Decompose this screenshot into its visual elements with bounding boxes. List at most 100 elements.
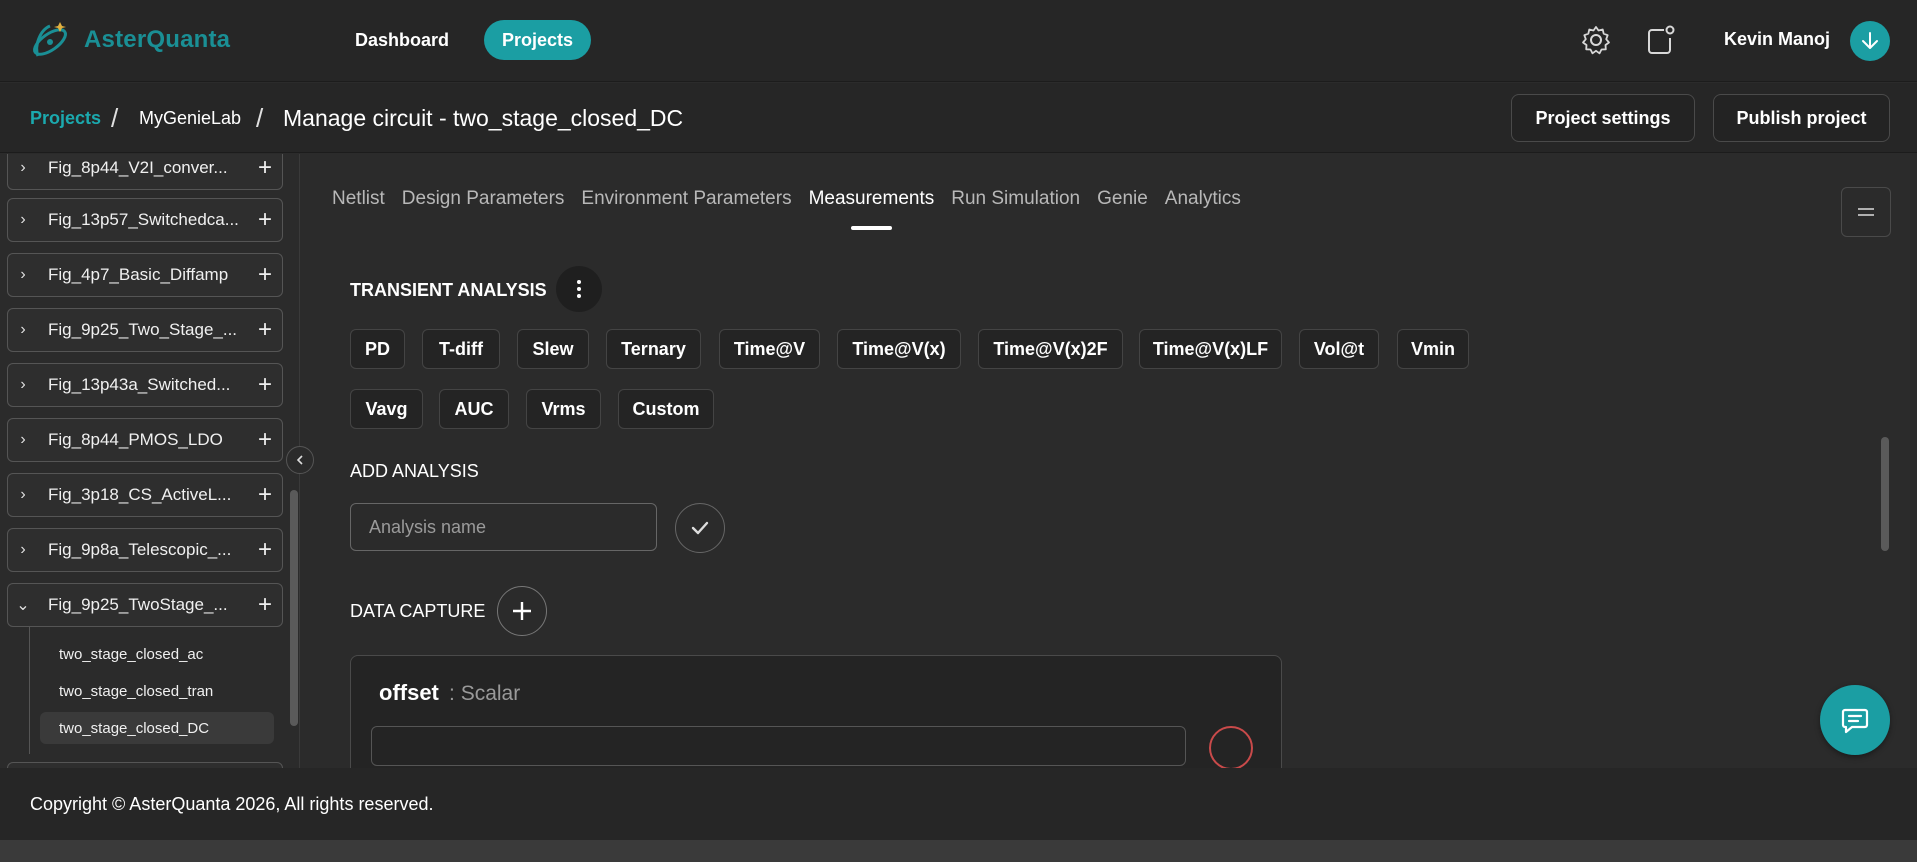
- collapse-sidebar-button[interactable]: [286, 446, 314, 474]
- tree-item[interactable]: › Fig_9p8a_Telescopic_... +: [7, 528, 283, 572]
- analysis-chip-time-at-v[interactable]: Time@V: [719, 329, 820, 369]
- bottom-strip: [0, 840, 1917, 862]
- tree-item[interactable]: › Fig_8p44_V2I_conver... +: [7, 154, 283, 190]
- transient-analysis-title: TRANSIENT ANALYSIS: [350, 280, 547, 300]
- circuit-item-dc[interactable]: two_stage_closed_DC: [40, 712, 274, 744]
- add-data-capture-button[interactable]: [497, 586, 547, 636]
- plus-icon[interactable]: +: [248, 536, 282, 564]
- user-menu-button[interactable]: [1850, 21, 1890, 61]
- breadcrumb-lab-link[interactable]: MyGenieLab: [139, 108, 241, 129]
- kebab-menu-icon: [577, 280, 581, 298]
- plus-icon[interactable]: +: [248, 316, 282, 344]
- logo-atom-icon: [33, 22, 67, 57]
- analysis-name-input[interactable]: [350, 503, 657, 551]
- chevron-down-icon[interactable]: ⌄: [8, 595, 38, 615]
- tree-item-label: Fig_9p25_TwoStage_...: [48, 595, 228, 614]
- tree-item-label: Fig_8p44_V2I_conver...: [48, 158, 228, 177]
- chevron-right-icon[interactable]: ›: [8, 266, 38, 284]
- plus-icon[interactable]: +: [248, 591, 282, 619]
- breadcrumb-projects-link[interactable]: Projects: [30, 108, 101, 129]
- plus-icon[interactable]: +: [248, 154, 282, 182]
- tab-analytics[interactable]: Analytics: [1165, 188, 1241, 210]
- circuit-tree-sidebar: › Fig_8p44_V2I_conver... + › Fig_13p57_S…: [0, 154, 300, 768]
- plus-icon[interactable]: +: [248, 426, 282, 454]
- tree-item[interactable]: › Fig_9p25_Two_Stage_... +: [7, 308, 283, 352]
- analysis-chip-vrms[interactable]: Vrms: [526, 389, 601, 429]
- tree-guide-line: [29, 626, 30, 754]
- tree-item-expanded[interactable]: ⌄ Fig_9p25_TwoStage_... +: [7, 583, 283, 627]
- analysis-chip-t-diff[interactable]: T-diff: [422, 329, 500, 369]
- main-scrollbar[interactable]: [1881, 437, 1889, 551]
- tree-item[interactable]: › Fig_13p43a_Switched... +: [7, 363, 283, 407]
- chevron-right-icon[interactable]: ›: [8, 431, 38, 449]
- analysis-chip-slew[interactable]: Slew: [517, 329, 589, 369]
- analysis-chip-auc[interactable]: AUC: [439, 389, 509, 429]
- chevron-right-icon[interactable]: ›: [8, 211, 38, 229]
- top-navbar: AsterQuanta Dashboard Projects Kevin Man…: [0, 0, 1917, 82]
- hamburger-icon: [1858, 208, 1874, 216]
- data-capture-title: DATA CAPTURE: [350, 601, 486, 621]
- app-name: AsterQuanta: [84, 26, 231, 53]
- chevron-right-icon[interactable]: ›: [8, 376, 38, 394]
- tree-item-label: Fig_3p18_CS_ActiveL...: [48, 485, 232, 504]
- tab-run-simulation[interactable]: Run Simulation: [951, 188, 1080, 210]
- chevron-right-icon[interactable]: ›: [8, 321, 38, 339]
- tree-item-label: Fig_13p43a_Switched...: [48, 375, 231, 394]
- settings-button[interactable]: [1578, 22, 1614, 58]
- project-settings-button[interactable]: Project settings: [1511, 94, 1695, 142]
- plus-icon[interactable]: +: [248, 261, 282, 289]
- analysis-chip-vavg[interactable]: Vavg: [350, 389, 423, 429]
- confirm-analysis-button[interactable]: [675, 503, 725, 553]
- panel-menu-button[interactable]: [1841, 187, 1891, 237]
- chat-button[interactable]: [1820, 685, 1890, 755]
- transient-options-button[interactable]: [556, 266, 602, 312]
- capture-type-value: Scalar: [460, 682, 521, 705]
- nav-dashboard-button[interactable]: Dashboard: [337, 20, 467, 60]
- analysis-chip-vmin[interactable]: Vmin: [1397, 329, 1469, 369]
- sidebar-scrollbar[interactable]: [290, 490, 298, 726]
- tab-measurements[interactable]: Measurements: [809, 188, 934, 230]
- delete-capture-button[interactable]: [1209, 726, 1253, 768]
- plus-icon[interactable]: +: [248, 481, 282, 509]
- analysis-chip-ternary[interactable]: Ternary: [606, 329, 701, 369]
- analysis-chip-pd[interactable]: PD: [350, 329, 405, 369]
- notifications-button[interactable]: [1642, 22, 1678, 58]
- circuit-item-tran[interactable]: two_stage_closed_tran: [40, 675, 274, 707]
- tree-item[interactable]: › Fig_13p57_Switchedca... +: [7, 198, 283, 242]
- breadcrumb-separator: /: [111, 103, 119, 133]
- chevron-left-icon: [296, 455, 303, 465]
- tree-item[interactable]: › Fig_8p44_PMOS_LDO +: [7, 418, 283, 462]
- tree-item-label: Fig_13p57_Switchedca...: [48, 210, 239, 229]
- analysis-chip-time-at-vx[interactable]: Time@V(x): [837, 329, 961, 369]
- tab-environment-parameters[interactable]: Environment Parameters: [581, 188, 791, 210]
- breadcrumb-bar: Projects / MyGenieLab / Manage circuit -…: [0, 83, 1917, 153]
- download-arrow-icon: [1862, 32, 1878, 49]
- notification-icon: [1648, 25, 1675, 54]
- tree-item[interactable]: › Fig_3p18_CS_ActiveL... +: [7, 473, 283, 517]
- nav-projects-button[interactable]: Projects: [484, 20, 592, 60]
- add-analysis-title: ADD ANALYSIS: [350, 461, 479, 481]
- chevron-right-icon[interactable]: ›: [8, 541, 38, 559]
- plus-icon[interactable]: +: [248, 206, 282, 234]
- main-content: Netlist Design Parameters Environment Pa…: [301, 154, 1917, 768]
- chevron-right-icon[interactable]: ›: [8, 486, 38, 504]
- capture-expression-field[interactable]: [371, 726, 1186, 766]
- app-logo[interactable]: AsterQuanta: [28, 16, 230, 64]
- tab-design-parameters[interactable]: Design Parameters: [402, 188, 565, 210]
- page-title: Manage circuit - two_stage_closed_DC: [283, 105, 684, 131]
- analysis-chip-vol-at-t[interactable]: Vol@t: [1299, 329, 1379, 369]
- chevron-right-icon[interactable]: ›: [8, 159, 38, 177]
- analysis-chip-time-at-vxlf[interactable]: Time@V(x)LF: [1139, 329, 1282, 369]
- breadcrumb-separator: /: [256, 103, 264, 133]
- analysis-chip-time-at-vx2f[interactable]: Time@V(x)2F: [978, 329, 1123, 369]
- user-name[interactable]: Kevin Manoj: [1724, 29, 1830, 50]
- publish-project-button[interactable]: Publish project: [1713, 94, 1890, 142]
- tab-netlist[interactable]: Netlist: [332, 188, 385, 210]
- plus-icon[interactable]: +: [248, 371, 282, 399]
- analysis-chip-custom[interactable]: Custom: [618, 389, 714, 429]
- circuit-item-ac[interactable]: two_stage_closed_ac: [40, 638, 274, 670]
- capture-name: offset: [379, 680, 439, 705]
- tree-item[interactable]: › Fig_4p7_Basic_Diffamp +: [7, 253, 283, 297]
- tab-genie[interactable]: Genie: [1097, 188, 1148, 210]
- footer: Copyright © AsterQuanta 2026, All rights…: [0, 768, 1917, 840]
